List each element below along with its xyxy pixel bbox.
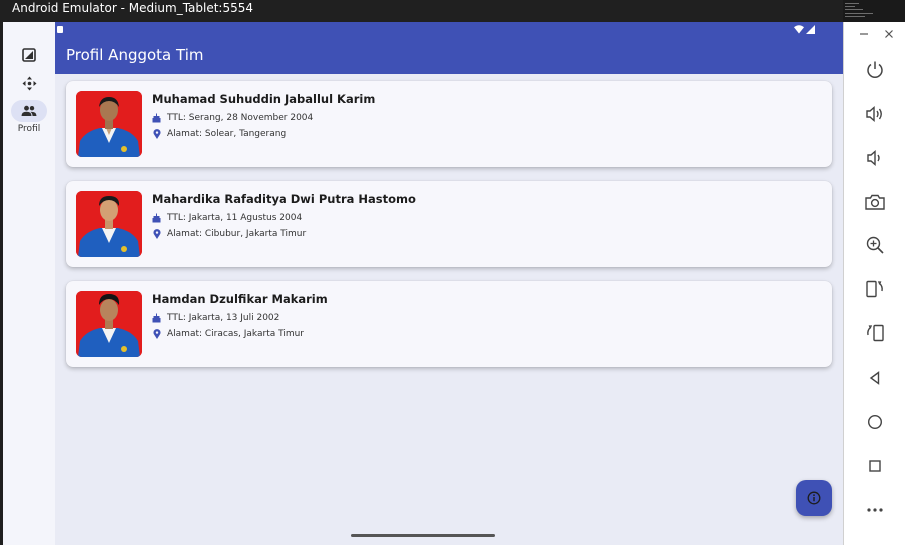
home-icon xyxy=(867,414,883,430)
camera-button[interactable] xyxy=(861,188,889,216)
member-ttl-row: TTL: Jakarta, 11 Agustus 2004 xyxy=(152,213,302,223)
cake-icon xyxy=(152,213,161,223)
move-arrows-icon xyxy=(22,76,36,90)
zoom-in-button[interactable] xyxy=(861,231,889,259)
overview-icon xyxy=(869,460,881,472)
info-icon xyxy=(807,491,821,505)
member-ttl-row: TTL: Jakarta, 13 Juli 2002 xyxy=(152,313,279,323)
rail-label-profil: Profil xyxy=(17,124,41,134)
image-icon xyxy=(22,48,36,62)
rotate-left-icon xyxy=(866,280,883,298)
member-photo xyxy=(76,291,142,357)
notification-icon xyxy=(57,26,63,33)
app-bar: Profil Anggota Tim xyxy=(55,38,843,74)
overview-button[interactable] xyxy=(861,452,889,480)
close-button[interactable] xyxy=(881,26,897,42)
rail-item-profil[interactable] xyxy=(11,100,47,122)
home-button[interactable] xyxy=(861,408,889,436)
location-pin-icon xyxy=(152,329,161,339)
rotate-right-icon xyxy=(867,324,884,342)
member-address-row: Alamat: Cibubur, Jakarta Timur xyxy=(152,229,306,239)
wifi-icon xyxy=(794,25,804,34)
member-ttl: TTL: Serang, 28 November 2004 xyxy=(167,113,314,123)
people-icon xyxy=(21,105,37,116)
info-fab[interactable] xyxy=(796,480,832,516)
member-address: Alamat: Ciracas, Jakarta Timur xyxy=(167,329,304,339)
member-card[interactable]: Mahardika Rafaditya Dwi Putra Hastomo TT… xyxy=(66,181,832,267)
member-address-row: Alamat: Solear, Tangerang xyxy=(152,129,286,139)
cake-icon xyxy=(152,113,161,123)
member-address: Alamat: Solear, Tangerang xyxy=(167,129,287,139)
power-icon xyxy=(867,61,883,78)
signal-icon xyxy=(806,25,815,34)
more-icon xyxy=(867,508,883,512)
page-title: Profil Anggota Tim xyxy=(66,46,204,64)
camera-icon xyxy=(865,194,885,210)
emulator-window-title: Android Emulator - Medium_Tablet:5554 xyxy=(0,0,843,22)
rotate-right-button[interactable] xyxy=(861,319,889,347)
volume-up-button[interactable] xyxy=(861,100,889,128)
window-title-text: Android Emulator - Medium_Tablet:5554 xyxy=(12,1,254,15)
member-name: Muhamad Suhuddin Jaballul Karim xyxy=(152,92,376,106)
member-photo xyxy=(76,191,142,257)
member-address: Alamat: Cibubur, Jakarta Timur xyxy=(167,229,307,239)
back-icon xyxy=(869,371,880,385)
status-bar xyxy=(55,22,843,38)
volume-down-button[interactable] xyxy=(861,144,889,172)
rail-item-image[interactable] xyxy=(11,44,47,66)
member-address-row: Alamat: Ciracas, Jakarta Timur xyxy=(152,329,304,339)
zoom-in-icon xyxy=(866,236,884,254)
member-photo xyxy=(76,91,142,157)
member-ttl: TTL: Jakarta, 11 Agustus 2004 xyxy=(167,213,303,223)
rotate-left-button[interactable] xyxy=(861,275,889,303)
power-button[interactable] xyxy=(861,56,889,84)
device-screen: Profil Anggota Tim Profil Muhamad Suhudd… xyxy=(3,22,843,545)
more-button[interactable] xyxy=(861,496,889,524)
volume-down-icon xyxy=(867,149,880,167)
cake-icon xyxy=(152,313,161,323)
corner-thumbnail xyxy=(843,0,905,22)
member-card[interactable]: Hamdan Dzulfikar Makarim TTL: Jakarta, 1… xyxy=(66,281,832,367)
member-card[interactable]: Muhamad Suhuddin Jaballul Karim TTL: Ser… xyxy=(66,81,832,167)
member-name: Hamdan Dzulfikar Makarim xyxy=(152,292,328,306)
rail-item-move[interactable] xyxy=(11,72,47,94)
member-name: Mahardika Rafaditya Dwi Putra Hastomo xyxy=(152,192,416,206)
member-ttl: TTL: Jakarta, 13 Juli 2002 xyxy=(167,313,280,323)
volume-up-icon xyxy=(866,105,882,123)
location-pin-icon xyxy=(152,129,161,139)
back-button[interactable] xyxy=(861,364,889,392)
member-ttl-row: TTL: Serang, 28 November 2004 xyxy=(152,113,313,123)
emulator-toolbar xyxy=(843,22,905,545)
close-icon xyxy=(885,30,893,38)
gesture-handle[interactable] xyxy=(351,534,495,537)
minimize-button[interactable] xyxy=(856,26,872,42)
minimize-icon xyxy=(860,33,868,35)
location-pin-icon xyxy=(152,229,161,239)
